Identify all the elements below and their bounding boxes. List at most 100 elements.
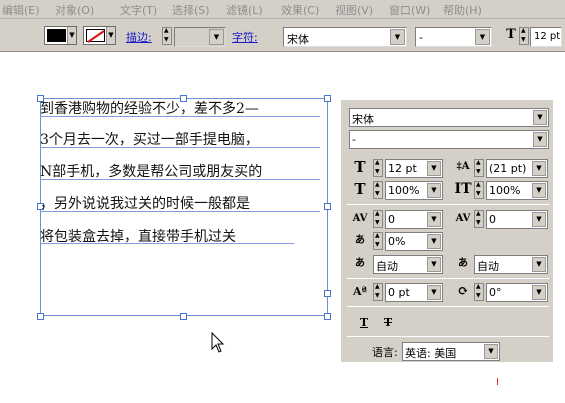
- text-line[interactable]: ，另外说说我过关的时候一般都是: [40, 193, 250, 213]
- panel-baseline-field[interactable]: 0 pt ▼: [385, 283, 443, 302]
- font-style-select[interactable]: - ▼: [415, 27, 492, 47]
- font-size-icon: T: [354, 158, 366, 176]
- no-stroke-icon: [87, 30, 105, 43]
- chevron-down-icon[interactable]: ▼: [532, 212, 546, 227]
- text-baseline: [40, 211, 320, 212]
- panel-rotation-field[interactable]: 0° ▼: [486, 283, 548, 302]
- menu-type[interactable]: 文字(T): [120, 2, 157, 18]
- panel-baseline-stepper[interactable]: [373, 283, 383, 301]
- selection-handle[interactable]: [324, 203, 331, 210]
- stroke-weight-field[interactable]: ▼: [174, 27, 226, 47]
- language-label: 语言:: [372, 346, 398, 359]
- panel-vscale-value: 100%: [388, 184, 420, 197]
- selection-handle[interactable]: [37, 313, 44, 320]
- text-baseline: [40, 243, 294, 244]
- panel-vscale-field[interactable]: 100% ▼: [385, 181, 443, 200]
- underline-icon[interactable]: T: [355, 314, 373, 332]
- chevron-down-icon[interactable]: ▼: [427, 285, 441, 300]
- panel-hscale-value: 100%: [489, 184, 521, 197]
- chevron-down-icon[interactable]: ▼: [475, 29, 490, 45]
- character-label[interactable]: 字符:: [232, 29, 258, 45]
- menu-effect[interactable]: 效果(C): [281, 2, 319, 18]
- panel-size-field[interactable]: 12 pt ▼: [385, 159, 443, 178]
- language-select[interactable]: 英语: 美国 ▼: [402, 342, 500, 361]
- stroke-color-chip: [86, 29, 105, 43]
- menu-select[interactable]: 选择(S): [172, 2, 210, 18]
- text-line[interactable]: 到香港购物的经验不少，差不多2—: [40, 98, 259, 118]
- leading-icon: ‡A: [456, 161, 470, 172]
- overflow-handle[interactable]: [324, 290, 331, 297]
- panel-hscale-stepper[interactable]: [474, 181, 484, 199]
- chevron-down-icon[interactable]: ▼: [533, 132, 547, 147]
- selection-handle[interactable]: [324, 95, 331, 102]
- text-line[interactable]: N部手机，多数是帮公司或朋友买的: [40, 161, 262, 181]
- chevron-down-icon[interactable]: ▼: [209, 29, 224, 45]
- panel-kerning-field[interactable]: 0 ▼: [385, 210, 443, 229]
- chevron-down-icon[interactable]: ▼: [67, 27, 76, 44]
- menu-window[interactable]: 窗口(W): [389, 2, 430, 18]
- font-size-icon: T: [506, 27, 516, 42]
- panel-divider: [347, 306, 549, 307]
- chevron-down-icon[interactable]: ▼: [532, 161, 546, 176]
- selection-handle[interactable]: [180, 313, 187, 320]
- font-style-value: -: [419, 31, 423, 44]
- chevron-down-icon[interactable]: ▼: [106, 27, 115, 44]
- menu-edit[interactable]: 编辑(E): [2, 2, 40, 18]
- stroke-weight-stepper[interactable]: [162, 27, 172, 45]
- panel-size-stepper[interactable]: [373, 159, 383, 177]
- panel-tsume-stepper[interactable]: [373, 232, 383, 250]
- menu-help[interactable]: 帮助(H): [443, 2, 482, 18]
- panel-leading-stepper[interactable]: [474, 159, 484, 177]
- panel-rotation-stepper[interactable]: [474, 283, 484, 301]
- mouse-cursor-icon: [211, 332, 225, 353]
- menu-view[interactable]: 视图(V): [335, 2, 373, 18]
- font-family-select[interactable]: 宋体 ▼: [283, 27, 407, 47]
- chevron-down-icon[interactable]: ▼: [532, 183, 546, 198]
- panel-leading-field[interactable]: (21 pt) ▼: [486, 159, 548, 178]
- chevron-down-icon[interactable]: ▼: [427, 212, 441, 227]
- panel-font-family-select[interactable]: 宋体 ▼: [349, 108, 549, 127]
- chevron-down-icon[interactable]: ▼: [427, 257, 441, 272]
- stroke-label[interactable]: 描边:: [126, 29, 152, 45]
- selection-handle[interactable]: [324, 313, 331, 320]
- chevron-down-icon[interactable]: ▼: [427, 234, 441, 249]
- baseline-shift-icon: Aª: [353, 285, 367, 298]
- panel-kerning-value: 0: [388, 213, 395, 226]
- panel-baseline-value: 0 pt: [388, 286, 410, 299]
- aki-right-icon: あ: [458, 258, 468, 269]
- menu-object[interactable]: 对象(O): [55, 2, 94, 18]
- panel-aki-left-select[interactable]: 自动 ▼: [373, 255, 443, 274]
- rotation-icon: ⟳: [457, 284, 469, 299]
- stroke-color-swatch[interactable]: ▼: [83, 26, 116, 45]
- text-line[interactable]: 3个月去一次，买过一部手提电脑，: [40, 129, 259, 149]
- tsume-icon: あ: [355, 235, 365, 246]
- menu-filter[interactable]: 滤镜(L): [226, 2, 263, 18]
- chevron-down-icon[interactable]: ▼: [390, 29, 405, 45]
- aki-left-icon: あ: [355, 258, 365, 269]
- panel-hscale-field[interactable]: 100% ▼: [486, 181, 548, 200]
- panel-tsume-field[interactable]: 0% ▼: [385, 232, 443, 251]
- panel-aki-right-value: 自动: [477, 260, 499, 273]
- chevron-down-icon[interactable]: ▼: [533, 110, 547, 125]
- panel-rotation-value: 0°: [489, 286, 502, 299]
- vertical-scale-icon: T: [354, 180, 366, 198]
- language-value: 英语: 美国: [405, 347, 457, 360]
- panel-divider: [347, 278, 549, 279]
- panel-divider: [347, 204, 549, 205]
- panel-aki-right-select[interactable]: 自动 ▼: [474, 255, 548, 274]
- strikethrough-icon[interactable]: T: [379, 314, 397, 332]
- panel-vscale-stepper[interactable]: [373, 181, 383, 199]
- font-size-field[interactable]: 12 pt: [530, 27, 562, 47]
- chevron-down-icon[interactable]: ▼: [427, 161, 441, 176]
- panel-tracking-stepper[interactable]: [474, 210, 484, 228]
- panel-tracking-field[interactable]: 0 ▼: [486, 210, 548, 229]
- chevron-down-icon[interactable]: ▼: [484, 344, 498, 359]
- font-size-stepper[interactable]: [519, 27, 529, 45]
- panel-font-style-select[interactable]: - ▼: [349, 130, 549, 149]
- panel-kerning-stepper[interactable]: [373, 210, 383, 228]
- panel-divider: [347, 336, 549, 337]
- chevron-down-icon[interactable]: ▼: [532, 257, 546, 272]
- fill-color-swatch[interactable]: ▼: [44, 26, 77, 45]
- chevron-down-icon[interactable]: ▼: [427, 183, 441, 198]
- chevron-down-icon[interactable]: ▼: [532, 285, 546, 300]
